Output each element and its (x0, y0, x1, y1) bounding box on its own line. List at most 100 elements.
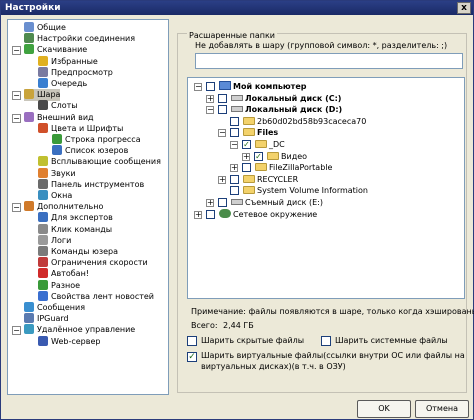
folder-tree-node[interactable]: 2b60d02bd58b93caceca70 (188, 116, 464, 128)
expand-toggle-icon[interactable]: + (194, 210, 202, 219)
share-virtual-label-line2: виртуальных дисках)(в т.ч. в ОЗУ) (201, 362, 346, 371)
sidebar-item-label: Сообщения (37, 303, 86, 312)
ok-button[interactable]: OK (357, 400, 411, 418)
folder-tree-node[interactable]: + ✓ Видео (188, 151, 464, 163)
sidebar-item-label: Слоты (51, 101, 78, 111)
folder-tree-node[interactable]: + Сетевое окружение (188, 208, 464, 221)
folder-tree-node[interactable]: − Мой компьютер (188, 81, 464, 93)
advanced-icon (24, 201, 34, 212)
settings-window: Настройки x Общие Настройки соединения − Ск… (0, 0, 474, 420)
title-bar: Настройки x (1, 1, 473, 15)
sidebar-item-windows[interactable]: Окна (38, 190, 72, 202)
queue-icon (38, 78, 48, 88)
sidebar-item-command[interactable]: Клик команды (38, 223, 113, 236)
sidebar-item-appearance[interactable]: − Внешний вид (12, 111, 94, 124)
expand-toggle-icon[interactable]: − (12, 91, 21, 101)
palette-icon (38, 122, 48, 133)
sidebar-item-sound[interactable]: Звуки (38, 167, 76, 180)
share-checkbox[interactable] (206, 209, 215, 219)
sidebar-item-label: Ограничения скорости (51, 258, 148, 268)
share-checkbox[interactable] (230, 174, 239, 184)
sidebar-item-remote[interactable]: − Удалённое управление (12, 324, 135, 336)
share-checkbox[interactable] (206, 82, 215, 91)
sidebar-item-general[interactable]: Общие (24, 22, 66, 34)
folder-tree-node[interactable]: + Съемный диск (E:) (188, 197, 464, 209)
sidebar-item-logs[interactable]: Логи (38, 234, 71, 247)
sidebar-item-progress[interactable]: Строка прогресса (52, 134, 141, 146)
exclude-input[interactable] (195, 53, 463, 69)
sidebar-item-webserver[interactable]: Web-сервер (38, 335, 100, 348)
share-hidden-checkbox[interactable] (187, 336, 197, 346)
sidebar-item-toolbar[interactable]: Панель инструментов (38, 178, 144, 191)
share-checkbox[interactable] (230, 116, 239, 126)
expand-toggle-icon[interactable]: − (12, 113, 21, 123)
settings-tree[interactable]: Общие Настройки соединения − Скачивание Избр… (7, 19, 169, 395)
sidebar-item-label: Настройки соединения (37, 34, 136, 44)
sidebar-item-label: Очередь (51, 79, 88, 88)
folder-tree-node[interactable]: System Volume Information (188, 185, 464, 197)
sidebar-item-ban[interactable]: Автобан! (38, 268, 89, 280)
expand-toggle-icon[interactable]: − (218, 129, 226, 138)
folder-tree-node[interactable]: + RECYCLER (188, 174, 464, 186)
sidebar-item-misc[interactable]: Разное (38, 279, 80, 292)
expand-toggle-icon[interactable]: − (12, 326, 21, 336)
sidebar-item-network[interactable]: Настройки соединения (24, 33, 135, 45)
share-checkbox[interactable]: ✓ (254, 151, 263, 161)
sidebar-item-messages[interactable]: Сообщения (24, 302, 85, 314)
expand-toggle-icon[interactable]: − (206, 106, 214, 115)
expand-toggle-icon[interactable]: − (194, 83, 202, 91)
expand-toggle-icon[interactable]: + (218, 175, 226, 184)
sidebar-item-download[interactable]: − Скачивание (12, 44, 87, 56)
share-hidden-label: Шарить скрытые файлы (201, 336, 305, 345)
expand-toggle-icon[interactable]: + (206, 199, 214, 207)
sidebar-item-advanced[interactable]: − Дополнительно (12, 201, 103, 213)
expand-toggle-icon[interactable]: + (230, 164, 238, 173)
folder-tree[interactable]: − Мой компьютер + Локальный диск (C:) − Локал… (187, 77, 465, 299)
window-title: Настройки (5, 3, 61, 13)
share-checkbox[interactable] (218, 198, 227, 207)
sidebar-item-star[interactable]: Избранные (38, 55, 98, 68)
sidebar-item-share[interactable]: − Шара (12, 89, 61, 102)
sidebar-item-label: Всплывающие сообщения (51, 157, 161, 167)
sidebar-item-expert[interactable]: Для экспертов (38, 212, 113, 224)
drive-icon (231, 106, 243, 113)
expand-toggle-icon[interactable]: − (12, 46, 21, 56)
expand-toggle-icon[interactable]: − (12, 203, 21, 213)
share-checkbox[interactable] (230, 186, 239, 196)
folder-icon (255, 140, 267, 148)
share-checkbox[interactable] (230, 128, 239, 138)
share-checkbox[interactable] (242, 163, 251, 173)
share-virtual-checkbox[interactable]: ✓ (187, 352, 197, 362)
folder-tree-node[interactable]: − ✓ _DC (188, 139, 464, 151)
folder-tree-node[interactable]: − Локальный диск (D:) (188, 104, 464, 116)
sidebar-item-rss[interactable]: Свойства лент новостей (38, 290, 154, 303)
folder-tree-label: Сетевое окружение (233, 209, 318, 219)
share-checkbox[interactable]: ✓ (242, 140, 251, 149)
sidebar-item-user-commands[interactable]: Команды юзера (38, 246, 118, 258)
sidebar-item-label: Свойства лент новостей (51, 291, 154, 301)
folder-tree-label: Локальный диск (D:) (245, 105, 343, 115)
folder-tree-label: _DC (269, 140, 285, 149)
sidebar-item-slots[interactable]: Слоты (38, 100, 78, 112)
folder-tree-label: Съемный диск (E:) (245, 198, 323, 207)
folder-icon (243, 116, 255, 125)
sidebar-item-preview[interactable]: Предпросмотр (38, 66, 113, 79)
sidebar-item-popup[interactable]: Всплывающие сообщения (38, 156, 161, 168)
share-checkbox[interactable] (218, 105, 227, 115)
close-icon[interactable]: x (457, 2, 471, 14)
folder-tree-node[interactable]: + FileZillaPortable (188, 162, 464, 174)
folder-tree-node[interactable]: + Локальный диск (C:) (188, 93, 464, 105)
share-checkbox[interactable] (218, 93, 227, 103)
sidebar-item-palette[interactable]: Цвета и Шрифты (38, 122, 123, 135)
sidebar-item-ipguard[interactable]: IPGuard (24, 313, 69, 325)
sidebar-item-speed[interactable]: Ограничения скорости (38, 257, 148, 269)
sidebar-item-queue[interactable]: Очередь (38, 78, 87, 90)
share-system-checkbox[interactable] (321, 336, 331, 346)
sidebar-item-label: Клик команды (51, 224, 113, 234)
expand-toggle-icon[interactable]: − (230, 141, 238, 149)
expand-toggle-icon[interactable]: + (242, 152, 250, 161)
expand-toggle-icon[interactable]: + (206, 94, 214, 103)
folder-tree-node[interactable]: − Files (188, 127, 464, 139)
sidebar-item-users[interactable]: Список юзеров (52, 145, 128, 157)
cancel-button[interactable]: Отмена (415, 400, 469, 418)
